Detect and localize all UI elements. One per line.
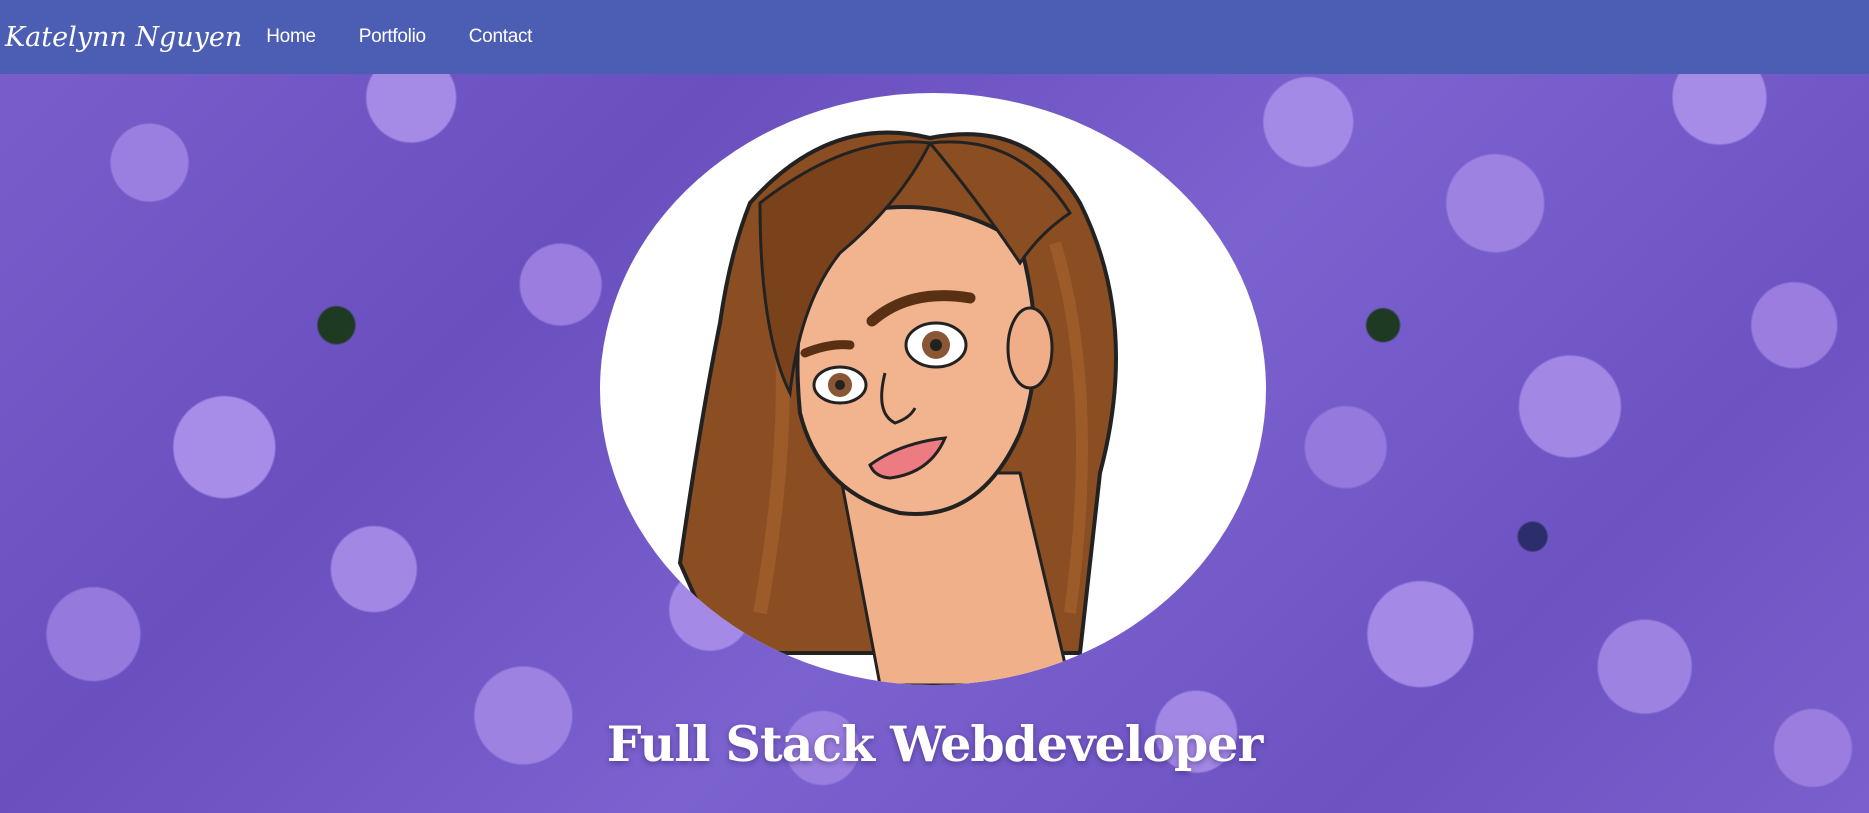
hero-headline: Full Stack Webdeveloper <box>606 715 1264 773</box>
nav-links: Home Portfolio Contact <box>262 26 575 48</box>
nav-link-home[interactable]: Home <box>266 26 316 48</box>
cartoon-portrait-illustration <box>677 130 1118 685</box>
brand-name[interactable]: Katelynn Nguyen <box>5 22 242 53</box>
avatar-portrait <box>600 93 1266 685</box>
nav-link-portfolio[interactable]: Portfolio <box>359 26 426 48</box>
navbar: Katelynn Nguyen Home Portfolio Contact <box>0 0 1869 74</box>
nav-link-contact[interactable]: Contact <box>469 26 533 48</box>
